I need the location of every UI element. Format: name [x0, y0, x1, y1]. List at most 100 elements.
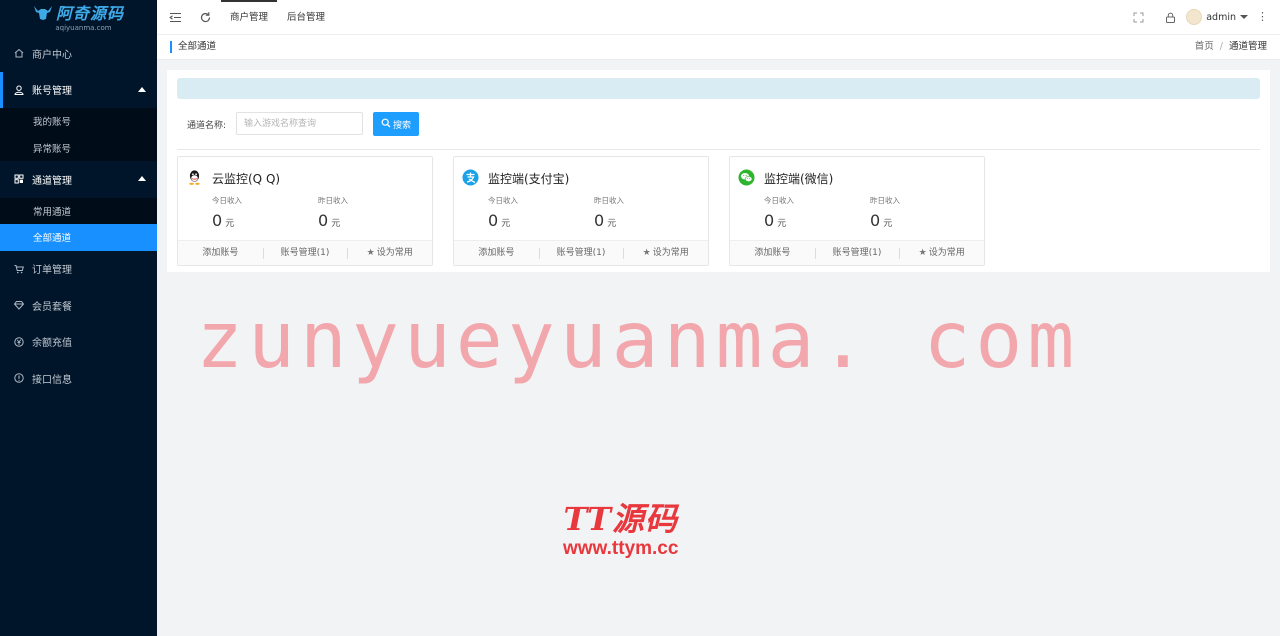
user-icon — [13, 84, 25, 96]
logo[interactable]: 阿奇源码 aqiyuanma.com — [0, 0, 157, 34]
star-icon: ★ — [366, 248, 375, 258]
watermark-brand-title: TT源码 — [563, 500, 678, 538]
fullscreen-icon[interactable] — [1132, 11, 1145, 24]
wechat-icon — [738, 169, 755, 186]
search-icon — [381, 118, 391, 131]
currency-unit: 元 — [607, 219, 617, 229]
manage-accounts-button[interactable]: 账号管理(1) — [814, 241, 900, 265]
grid-icon — [13, 173, 25, 185]
logo-subtitle: aqiyuanma.com — [55, 23, 112, 32]
currency-unit: 元 — [501, 219, 511, 229]
logo-title: 阿奇源码 — [55, 4, 124, 23]
username: admin — [1206, 11, 1236, 23]
today-income: 今日收入 0元 — [764, 195, 794, 230]
today-income: 今日收入 0元 — [488, 195, 518, 230]
today-income-value: 0 — [212, 211, 223, 230]
lock-icon[interactable] — [1164, 11, 1177, 24]
bull-logo-icon — [33, 5, 53, 24]
currency-unit: 元 — [225, 219, 235, 229]
sidebar-item-label: 账号管理 — [32, 86, 72, 98]
channel-card-alipay: 监控端(支付宝) 今日收入 0元 昨日收入 0元 添加账号 账号管理(1) ★ 设… — [453, 156, 709, 266]
sidebar-item-account-management[interactable]: 账号管理 — [0, 71, 157, 109]
set-favorite-label: 设为常用 — [652, 248, 689, 258]
collapse-menu-icon[interactable] — [169, 11, 182, 24]
yesterday-income-label: 昨日收入 — [870, 196, 900, 205]
card-title: 云监控(Q Q) — [212, 172, 281, 186]
sidebar-subitem-my-accounts[interactable]: 我的账号 — [0, 108, 157, 135]
user-menu[interactable]: admin — [1186, 9, 1248, 25]
breadcrumb-home[interactable]: 首页 — [1195, 41, 1214, 53]
currency-unit: 元 — [777, 219, 787, 229]
sidebar-item-recharge[interactable]: 余额充值 — [0, 324, 157, 361]
alipay-icon — [462, 169, 479, 186]
today-income-label: 今日收入 — [488, 196, 518, 205]
add-account-button[interactable]: 添加账号 — [454, 241, 539, 265]
card-actions: 添加账号 账号管理(1) ★ 设为常用 — [730, 240, 984, 265]
star-icon: ★ — [918, 248, 927, 258]
search-button[interactable]: 搜索 — [373, 112, 419, 136]
sidebar-item-label: 会员套餐 — [32, 301, 72, 313]
sidebar-item-label: 商户中心 — [32, 49, 72, 61]
sidebar-subitem-common-channels[interactable]: 常用通道 — [0, 198, 157, 225]
manage-accounts-button[interactable]: 账号管理(1) — [262, 241, 348, 265]
set-favorite-button[interactable]: ★ 设为常用 — [347, 241, 432, 265]
sidebar-item-order-management[interactable]: 订单管理 — [0, 251, 157, 288]
add-account-button[interactable]: 添加账号 — [730, 241, 815, 265]
more-vertical-icon[interactable]: ⋮ — [1257, 11, 1268, 23]
yesterday-income-value: 0 — [318, 211, 329, 230]
sidebar-item-label: 余额充值 — [32, 338, 72, 350]
refresh-icon[interactable] — [199, 11, 212, 24]
yesterday-income-label: 昨日收入 — [594, 196, 624, 205]
breadcrumb-bar: 全部通道 首页 / 通道管理 — [157, 35, 1280, 60]
submenu-channel: 常用通道 全部通道 — [0, 197, 157, 251]
sidebar-item-merchant-center[interactable]: 商户中心 — [0, 35, 157, 72]
card-actions: 添加账号 账号管理(1) ★ 设为常用 — [454, 240, 708, 265]
search-button-label: 搜索 — [392, 120, 411, 131]
yesterday-income-value: 0 — [870, 211, 881, 230]
tab-backend-management[interactable]: 后台管理 — [287, 0, 325, 35]
sidebar-subitem-all-channels[interactable]: 全部通道 — [0, 224, 157, 251]
qq-icon — [186, 169, 203, 186]
sidebar-item-label: 订单管理 — [32, 265, 72, 277]
yesterday-income: 昨日收入 0元 — [870, 195, 900, 230]
home-icon — [13, 47, 25, 59]
today-income-label: 今日收入 — [212, 196, 242, 205]
card-title: 监控端(微信) — [764, 172, 834, 186]
cart-icon — [13, 263, 25, 275]
sidebar: 阿奇源码 aqiyuanma.com 商户中心 账号管理 我的账号 异常账号 通… — [0, 0, 157, 636]
currency-unit: 元 — [331, 219, 341, 229]
page-title: 全部通道 — [170, 41, 216, 53]
star-icon: ★ — [642, 248, 651, 258]
submenu-account: 我的账号 异常账号 — [0, 108, 157, 161]
set-favorite-button[interactable]: ★ 设为常用 — [623, 241, 708, 265]
chevron-down-icon — [1240, 15, 1248, 19]
diamond-icon — [13, 299, 25, 311]
breadcrumb-current: 通道管理 — [1228, 41, 1267, 52]
divider — [177, 149, 1260, 150]
today-income: 今日收入 0元 — [212, 195, 242, 230]
caret-up-icon — [138, 176, 146, 182]
tab-merchant-management[interactable]: 商户管理 — [221, 0, 278, 35]
yesterday-income-value: 0 — [594, 211, 605, 230]
sidebar-item-membership[interactable]: 会员套餐 — [0, 287, 157, 324]
sidebar-item-label: 通道管理 — [32, 175, 72, 187]
channel-panel: 通道名称: 搜索 云监控(Q Q) 今日收入 0元 昨日收入 0元 添加账号 账… — [167, 70, 1270, 272]
sidebar-item-api-info[interactable]: 接口信息 — [0, 360, 157, 397]
coin-icon — [13, 336, 25, 348]
search-input[interactable] — [236, 112, 363, 135]
yesterday-income-label: 昨日收入 — [318, 196, 348, 205]
add-account-button[interactable]: 添加账号 — [178, 241, 263, 265]
manage-accounts-button[interactable]: 账号管理(1) — [538, 241, 624, 265]
caret-up-icon — [138, 86, 146, 92]
breadcrumb: 首页 / 通道管理 — [1195, 41, 1267, 53]
sidebar-subitem-abnormal-accounts[interactable]: 异常账号 — [0, 135, 157, 162]
set-favorite-button[interactable]: ★ 设为常用 — [899, 241, 984, 265]
channel-card-wechat: 监控端(微信) 今日收入 0元 昨日收入 0元 添加账号 账号管理(1) ★ 设为… — [729, 156, 985, 266]
sidebar-item-channel-management[interactable]: 通道管理 — [0, 161, 157, 198]
yesterday-income: 昨日收入 0元 — [594, 195, 624, 230]
card-actions: 添加账号 账号管理(1) ★ 设为常用 — [178, 240, 432, 265]
sidebar-item-label: 接口信息 — [32, 374, 72, 386]
search-label: 通道名称: — [187, 121, 227, 131]
top-header: 商户管理 后台管理 admin ⋮ — [157, 0, 1280, 35]
watermark-text: zunyueyuanma. com — [196, 296, 1080, 386]
